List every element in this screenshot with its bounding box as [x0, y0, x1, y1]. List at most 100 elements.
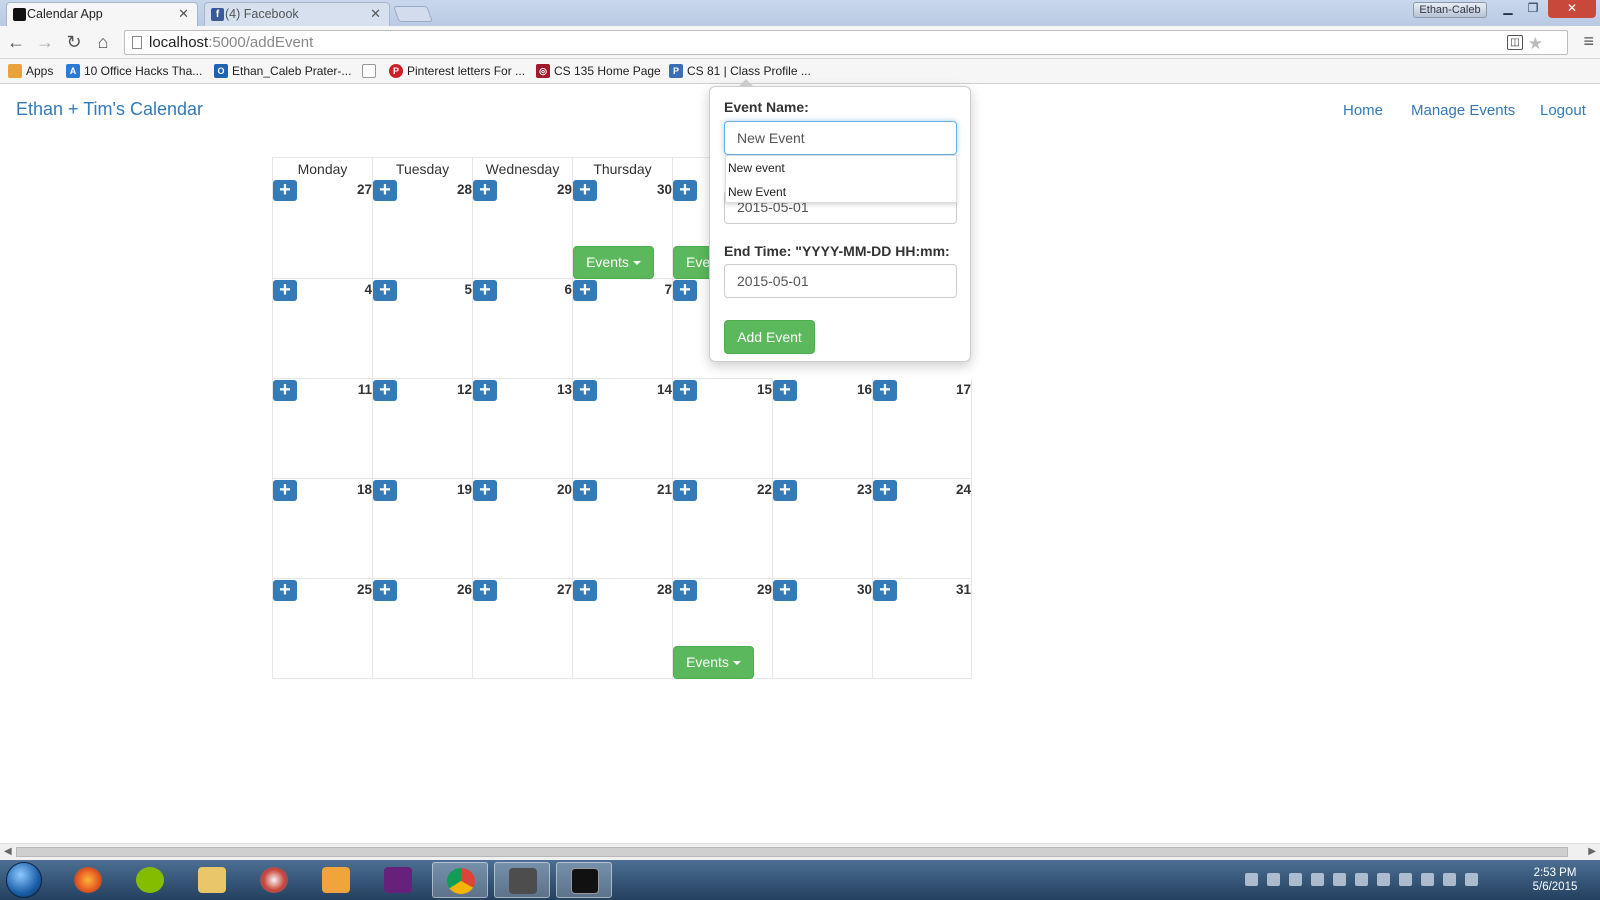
- add-event-plus-icon[interactable]: +: [673, 480, 697, 501]
- reload-icon[interactable]: ↻: [62, 31, 86, 53]
- close-window-icon[interactable]: ✕: [1548, 0, 1596, 18]
- battery-icon[interactable]: [1289, 873, 1302, 886]
- add-event-plus-icon[interactable]: +: [773, 480, 797, 501]
- paint-task[interactable]: [246, 862, 302, 898]
- events-dropdown-button[interactable]: Eve: [673, 246, 713, 279]
- chrome-task[interactable]: [432, 862, 488, 898]
- events-dropdown-button[interactable]: Events: [573, 246, 654, 279]
- visual-studio-task[interactable]: [370, 862, 426, 898]
- antivirus-icon[interactable]: [1355, 873, 1368, 886]
- add-event-plus-icon[interactable]: +: [673, 280, 697, 301]
- add-event-plus-icon[interactable]: +: [773, 380, 797, 401]
- profile-button[interactable]: Ethan-Caleb: [1413, 2, 1487, 18]
- add-event-plus-icon[interactable]: +: [473, 480, 497, 501]
- add-event-plus-icon[interactable]: +: [373, 480, 397, 501]
- add-event-plus-icon[interactable]: +: [673, 380, 697, 401]
- bookmark-blank-page[interactable]: [362, 63, 380, 80]
- dropbox-icon[interactable]: [1421, 873, 1434, 886]
- signal-icon[interactable]: [1311, 873, 1324, 886]
- chrome-menu-icon[interactable]: ≡: [1583, 31, 1594, 52]
- add-event-plus-icon[interactable]: +: [373, 580, 397, 601]
- add-event-plus-icon[interactable]: +: [473, 580, 497, 601]
- sublime-task[interactable]: [494, 862, 550, 898]
- start-button-icon[interactable]: [6, 862, 42, 898]
- sync-icon[interactable]: [1333, 873, 1346, 886]
- bookmark-pinterest[interactable]: P Pinterest letters For ...: [389, 63, 525, 80]
- add-event-plus-icon[interactable]: +: [273, 580, 297, 601]
- explorer-task[interactable]: [184, 862, 240, 898]
- bookmark-office-hacks[interactable]: A 10 Office Hacks Tha...: [66, 63, 202, 80]
- add-event-plus-icon[interactable]: +: [673, 180, 697, 201]
- bookmark-cs81[interactable]: P CS 81 | Class Profile ...: [669, 63, 811, 80]
- add-event-plus-icon[interactable]: +: [373, 380, 397, 401]
- add-event-plus-icon[interactable]: +: [573, 180, 597, 201]
- add-event-plus-icon[interactable]: +: [273, 380, 297, 401]
- add-event-plus-icon[interactable]: +: [273, 280, 297, 301]
- back-arrow-icon[interactable]: ←: [4, 31, 28, 53]
- tools-icon[interactable]: [1443, 873, 1456, 886]
- extension-icon[interactable]: ◫: [1507, 35, 1523, 50]
- tab-calendar-app[interactable]: Calendar App ✕: [6, 2, 198, 26]
- events-dropdown-button[interactable]: Events: [673, 646, 754, 679]
- bookmark-cs135[interactable]: ◎ CS 135 Home Page: [536, 63, 661, 80]
- scroll-left-icon[interactable]: ◀: [4, 846, 12, 857]
- end-time-input[interactable]: 2015-05-01: [724, 264, 957, 298]
- add-event-plus-icon[interactable]: +: [573, 480, 597, 501]
- spotify-task[interactable]: [122, 862, 178, 898]
- spotify-icon: [136, 867, 164, 893]
- autocomplete-option[interactable]: New Event: [726, 180, 956, 204]
- cmd-task[interactable]: [556, 862, 612, 898]
- add-event-plus-icon[interactable]: +: [873, 380, 897, 401]
- scroll-right-icon[interactable]: ▶: [1588, 846, 1596, 857]
- add-event-plus-icon[interactable]: +: [573, 580, 597, 601]
- bookmark-apps[interactable]: Apps: [8, 63, 53, 80]
- add-event-plus-icon[interactable]: +: [573, 280, 597, 301]
- firefox-task[interactable]: [60, 862, 116, 898]
- chrome-icon: [447, 868, 475, 894]
- check-icon[interactable]: [1399, 873, 1412, 886]
- taskbar-clock[interactable]: 2:53 PM 5/6/2015: [1520, 866, 1590, 894]
- add-event-button[interactable]: Add Event: [724, 320, 815, 354]
- forward-arrow-icon[interactable]: →: [33, 31, 57, 53]
- minimize-window-icon[interactable]: ▁: [1496, 0, 1520, 18]
- home-icon[interactable]: ⌂: [91, 31, 115, 53]
- add-event-plus-icon[interactable]: +: [273, 480, 297, 501]
- update-icon[interactable]: [1377, 873, 1390, 886]
- horizontal-scrollbar[interactable]: ◀ ▶: [0, 843, 1600, 860]
- add-event-plus-icon[interactable]: +: [573, 380, 597, 401]
- add-event-plus-icon[interactable]: +: [373, 180, 397, 201]
- calendar-day-cell: +20: [472, 479, 572, 579]
- autocomplete-option[interactable]: New event: [726, 156, 956, 180]
- bookmark-star-icon[interactable]: ★: [1528, 32, 1543, 55]
- bookmark-outlook[interactable]: O Ethan_Caleb Prater-...: [214, 63, 351, 80]
- add-event-plus-icon[interactable]: +: [673, 580, 697, 601]
- network-icon[interactable]: [1267, 873, 1280, 886]
- app-brand-link[interactable]: Ethan + Tim's Calendar: [16, 99, 203, 120]
- nav-logout[interactable]: Logout: [1540, 102, 1586, 119]
- folder-icon: [198, 867, 226, 893]
- day-header-thursday: Thursday: [572, 157, 672, 179]
- address-bar[interactable]: localhost:5000/addEvent ◫ ★: [124, 30, 1568, 55]
- add-event-plus-icon[interactable]: +: [273, 180, 297, 201]
- nav-manage-events[interactable]: Manage Events: [1411, 102, 1515, 119]
- add-event-plus-icon[interactable]: +: [373, 280, 397, 301]
- add-event-plus-icon[interactable]: +: [873, 580, 897, 601]
- tab-facebook[interactable]: f (4) Facebook ✕: [204, 2, 390, 26]
- close-tab-icon[interactable]: ✕: [370, 3, 381, 25]
- close-tab-icon[interactable]: ✕: [178, 3, 189, 25]
- add-event-plus-icon[interactable]: +: [873, 480, 897, 501]
- scrollbar-thumb[interactable]: [16, 847, 1568, 857]
- add-event-plus-icon[interactable]: +: [773, 580, 797, 601]
- bookmark-label: Apps: [26, 64, 54, 78]
- volume-icon[interactable]: [1245, 873, 1258, 886]
- add-event-plus-icon[interactable]: +: [473, 280, 497, 301]
- maximize-window-icon[interactable]: ❐: [1520, 0, 1546, 18]
- event-name-input[interactable]: New Event: [724, 121, 957, 155]
- calendar-day-cell: +29: [472, 179, 572, 279]
- flag-icon[interactable]: [1465, 873, 1478, 886]
- add-event-plus-icon[interactable]: +: [473, 380, 497, 401]
- media-player-task[interactable]: [308, 862, 364, 898]
- new-tab-button[interactable]: [393, 6, 433, 22]
- add-event-plus-icon[interactable]: +: [473, 180, 497, 201]
- nav-home[interactable]: Home: [1343, 102, 1383, 119]
